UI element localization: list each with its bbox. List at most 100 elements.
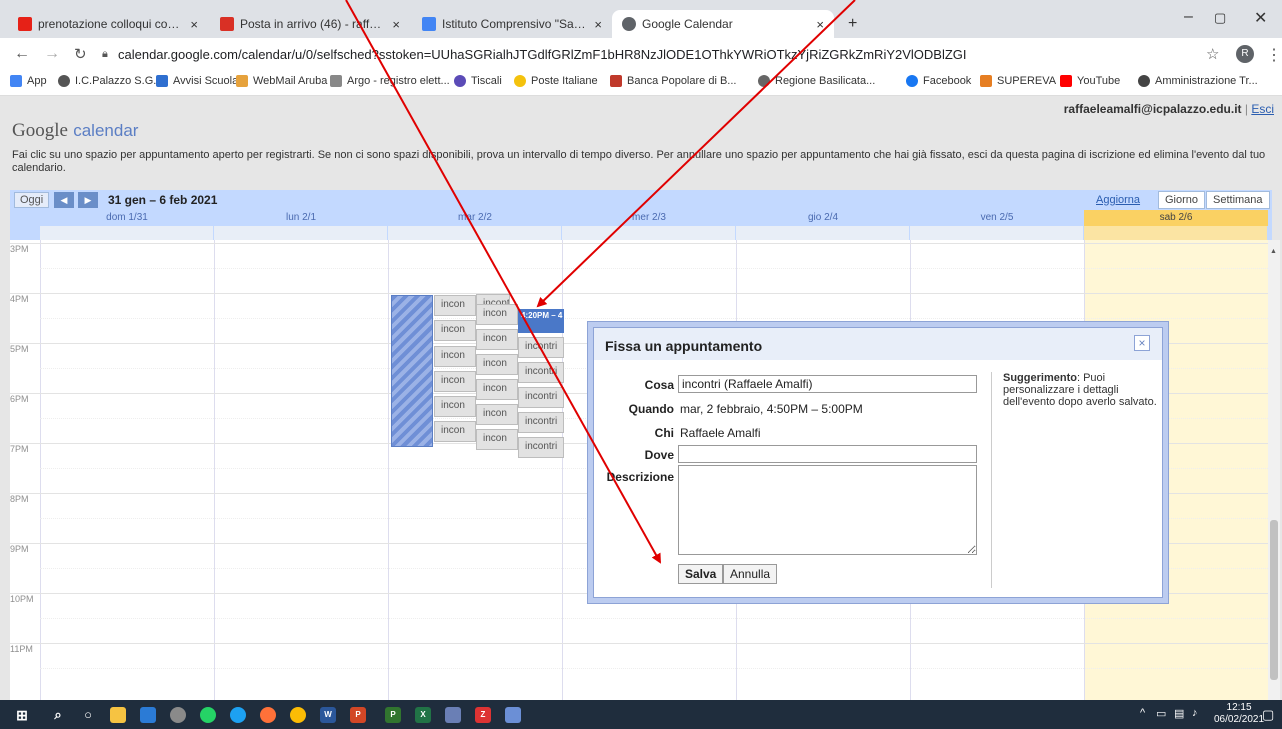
hour-label: 8PM [10, 494, 29, 504]
bookmark-poste[interactable]: Poste Italiane [514, 75, 598, 87]
firefox-icon[interactable] [260, 707, 276, 723]
reload-icon[interactable]: ↻ [74, 45, 87, 63]
description-textarea[interactable] [678, 465, 977, 555]
menu-kebab-icon[interactable]: ⋮ [1266, 45, 1282, 65]
appointment-slot[interactable]: incon [434, 295, 476, 316]
cancel-button[interactable]: Annulla [723, 564, 778, 584]
bookmark-banca[interactable]: Banca Popolare di B... [610, 75, 736, 87]
tab-istituto[interactable]: Istituto Comprensivo "San Giova × [412, 10, 612, 38]
taskbar-app-file-explorer-icon[interactable] [110, 707, 126, 723]
where-input[interactable] [678, 445, 977, 463]
bookmark-star-icon[interactable]: ☆ [1206, 45, 1219, 63]
powerpoint-icon[interactable]: P [350, 707, 366, 723]
maximize-icon[interactable]: ▢ [1214, 10, 1226, 26]
bookmark-tiscali[interactable]: Tiscali [454, 75, 502, 87]
save-button[interactable]: Salva [678, 564, 724, 584]
windows-start-icon[interactable]: ⊞ [14, 707, 30, 723]
url-input[interactable]: calendar.google.com/calendar/u/0/selfsch… [118, 47, 967, 62]
forward-icon[interactable]: → [44, 45, 60, 63]
close-tab-icon[interactable]: × [184, 17, 198, 32]
bookmark-label: Argo - registro elett... [347, 75, 450, 87]
appointment-slot[interactable]: incontri [518, 337, 564, 358]
project-icon[interactable]: P [385, 707, 401, 723]
bookmark-webmail[interactable]: WebMail Aruba [236, 75, 327, 87]
appointment-slot[interactable]: incon [434, 396, 476, 417]
eye-icon [1138, 75, 1150, 87]
appointment-slot[interactable]: incon [476, 379, 518, 400]
bookmark-icpalazzo[interactable]: I.C.Palazzo S.G. [58, 75, 156, 87]
bookmark-amministrazione[interactable]: Amministrazione Tr... [1138, 75, 1258, 87]
bookmark-label: Banca Popolare di B... [627, 75, 737, 87]
taskbar-app-14-icon[interactable] [505, 707, 521, 723]
taskbar-app-13-icon[interactable]: Z [475, 707, 491, 723]
bookmark-facebook[interactable]: Facebook [906, 75, 971, 87]
appointment-slot[interactable]: incon [434, 320, 476, 341]
appointment-slot[interactable]: incontri [518, 362, 564, 383]
appointment-slot[interactable]: incon [476, 304, 518, 325]
appointment-slot[interactable]: incon [434, 371, 476, 392]
scroll-up-icon[interactable]: ▲ [1270, 248, 1277, 255]
appointment-slot[interactable]: incon [476, 404, 518, 425]
bookmark-argo[interactable]: Argo - registro elett... [330, 75, 450, 87]
scroll-thumb[interactable] [1270, 520, 1278, 680]
volume-icon[interactable]: ♪ [1192, 707, 1198, 719]
appointment-slot[interactable]: incon [476, 329, 518, 350]
today-button[interactable]: Oggi [14, 192, 50, 208]
word-icon[interactable]: W [320, 707, 336, 723]
bookmark-regione[interactable]: Regione Basilicata... [758, 75, 875, 87]
edge-icon[interactable] [230, 707, 246, 723]
back-icon[interactable]: ← [14, 45, 30, 63]
bookmark-youtube[interactable]: YouTube [1060, 75, 1120, 87]
dialog-body: Fissa un appuntamento × Cosa Quando mar,… [593, 327, 1163, 598]
what-input[interactable] [678, 375, 977, 393]
tray-chevron-up-icon[interactable]: ^ [1140, 707, 1145, 719]
appointment-slot[interactable]: incon [434, 421, 476, 442]
appointment-slot[interactable]: incontri [518, 387, 564, 408]
taskbar-app-12-icon[interactable] [445, 707, 461, 723]
bookmark-label: Amministrazione Tr... [1155, 75, 1258, 87]
appointment-slot[interactable]: incontri [518, 412, 564, 433]
network-icon[interactable]: ▤ [1174, 707, 1184, 720]
profile-avatar[interactable]: R [1236, 45, 1254, 63]
tab-gmail[interactable]: Posta in arrivo (46) - raffaeleamal × [210, 10, 410, 38]
week-view-button[interactable]: Settimana [1206, 191, 1270, 209]
new-tab-button[interactable]: + [838, 10, 868, 38]
bookmark-app[interactable]: App [10, 75, 47, 87]
task-view-icon[interactable]: ○ [80, 707, 96, 723]
next-week-button[interactable]: ▶ [78, 192, 98, 208]
bookmark-avvisi[interactable]: Avvisi Scuola [156, 75, 238, 87]
site-icon [980, 75, 992, 87]
search-icon[interactable]: ⌕ [50, 707, 66, 723]
minimize-icon[interactable]: – [1184, 8, 1193, 26]
close-icon[interactable]: × [1134, 335, 1150, 351]
grid-scrollbar[interactable]: ▲ [1268, 240, 1280, 700]
close-tab-icon[interactable]: × [386, 17, 400, 32]
excel-icon[interactable]: X [415, 707, 431, 723]
tab-google-calendar[interactable]: Google Calendar × [612, 10, 834, 38]
what-label: Cosa [644, 378, 674, 392]
exit-link[interactable]: Esci [1251, 102, 1274, 116]
chrome-icon[interactable] [290, 707, 306, 723]
appointment-slot[interactable]: incontri [518, 437, 564, 458]
notifications-icon[interactable]: ▢ [1262, 707, 1274, 723]
taskbar-app-2-icon[interactable] [140, 707, 156, 723]
appointment-slot[interactable]: incon [434, 346, 476, 367]
day-header-sat: sab 2/6 [1084, 210, 1268, 226]
dialog-header: Fissa un appuntamento × [594, 328, 1162, 360]
taskbar-clock[interactable]: 12:15 06/02/2021 [1214, 702, 1264, 726]
whatsapp-icon[interactable] [200, 707, 216, 723]
day-view-button[interactable]: Giorno [1158, 191, 1206, 209]
prev-week-button[interactable]: ◀ [54, 192, 74, 208]
close-tab-icon[interactable]: × [588, 17, 602, 32]
day-column[interactable] [40, 240, 214, 700]
appointment-slot[interactable]: incon [476, 354, 518, 375]
bookmark-supereva[interactable]: SUPEREVA [980, 75, 1056, 87]
appointment-slot[interactable]: incon [476, 429, 518, 450]
selected-slot[interactable]: 4:20PM – 4 [518, 309, 564, 333]
close-window-icon[interactable]: ✕ [1254, 8, 1267, 28]
close-tab-icon[interactable]: × [810, 17, 824, 32]
tab-prenotazione[interactable]: prenotazione colloqui con calend × [8, 10, 208, 38]
taskbar-app-3-icon[interactable] [170, 707, 186, 723]
refresh-link[interactable]: Aggiorna [1096, 194, 1140, 206]
day-column[interactable] [214, 240, 388, 700]
